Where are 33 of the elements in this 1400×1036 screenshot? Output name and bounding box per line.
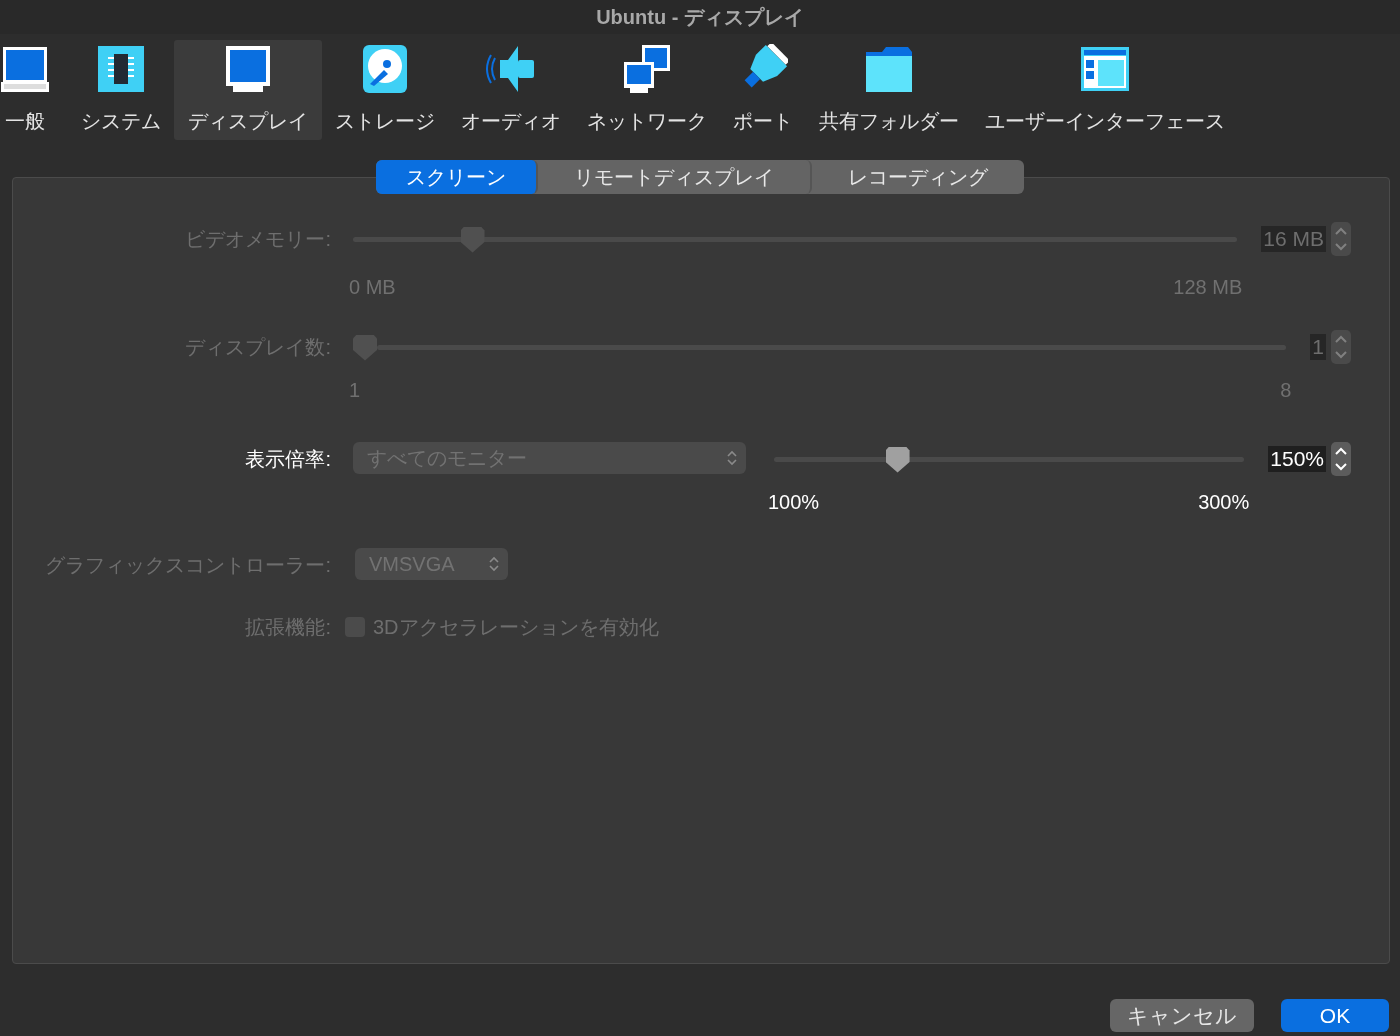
speaker-icon (486, 44, 536, 94)
toolbar-button[interactable]: 共有フォルダー (806, 40, 972, 140)
toolbar-button[interactable]: ユーザーインターフェース (972, 40, 1238, 140)
tick-label: 300% (1198, 491, 1250, 514)
tab[interactable]: レコーディング (812, 160, 1024, 194)
stepper-icon[interactable] (1331, 442, 1351, 476)
tick-label: 8 (1280, 379, 1292, 402)
slider-thumb[interactable] (885, 446, 910, 473)
setting-label: 表示倍率: (244, 447, 331, 472)
ok-button[interactable]: OK (1281, 999, 1389, 1032)
display-icon (223, 44, 273, 94)
tab[interactable]: スクリーン (376, 160, 538, 194)
toolbar-button[interactable]: システム (68, 40, 174, 140)
tick-label: 128 MB (1173, 276, 1243, 299)
toolbar-button[interactable]: ストレージ (322, 40, 448, 140)
window-title: Ubuntu - ディスプレイ (596, 4, 804, 30)
toolbar-button[interactable]: ポート (720, 40, 806, 140)
cancel-button[interactable]: キャンセル (1110, 999, 1254, 1032)
tick-label: 1 (349, 379, 361, 402)
toolbar-button[interactable]: オーディオ (448, 40, 574, 140)
chevron-icon (488, 554, 500, 574)
window-icon (1080, 44, 1130, 94)
toolbar-button[interactable]: 一般 (0, 40, 68, 140)
toolbar-button[interactable]: ディスプレイ (174, 40, 322, 140)
monitor-icon (0, 44, 50, 94)
chip-icon (96, 44, 146, 94)
tick-label: 0 MB (349, 276, 396, 299)
folder-icon (864, 44, 914, 94)
network-icon (622, 44, 672, 94)
toolbar-button[interactable]: ネットワーク (574, 40, 720, 140)
number-field[interactable]: 150% (1268, 446, 1326, 472)
tick-label: 100% (768, 491, 820, 514)
chevron-icon (726, 448, 738, 468)
